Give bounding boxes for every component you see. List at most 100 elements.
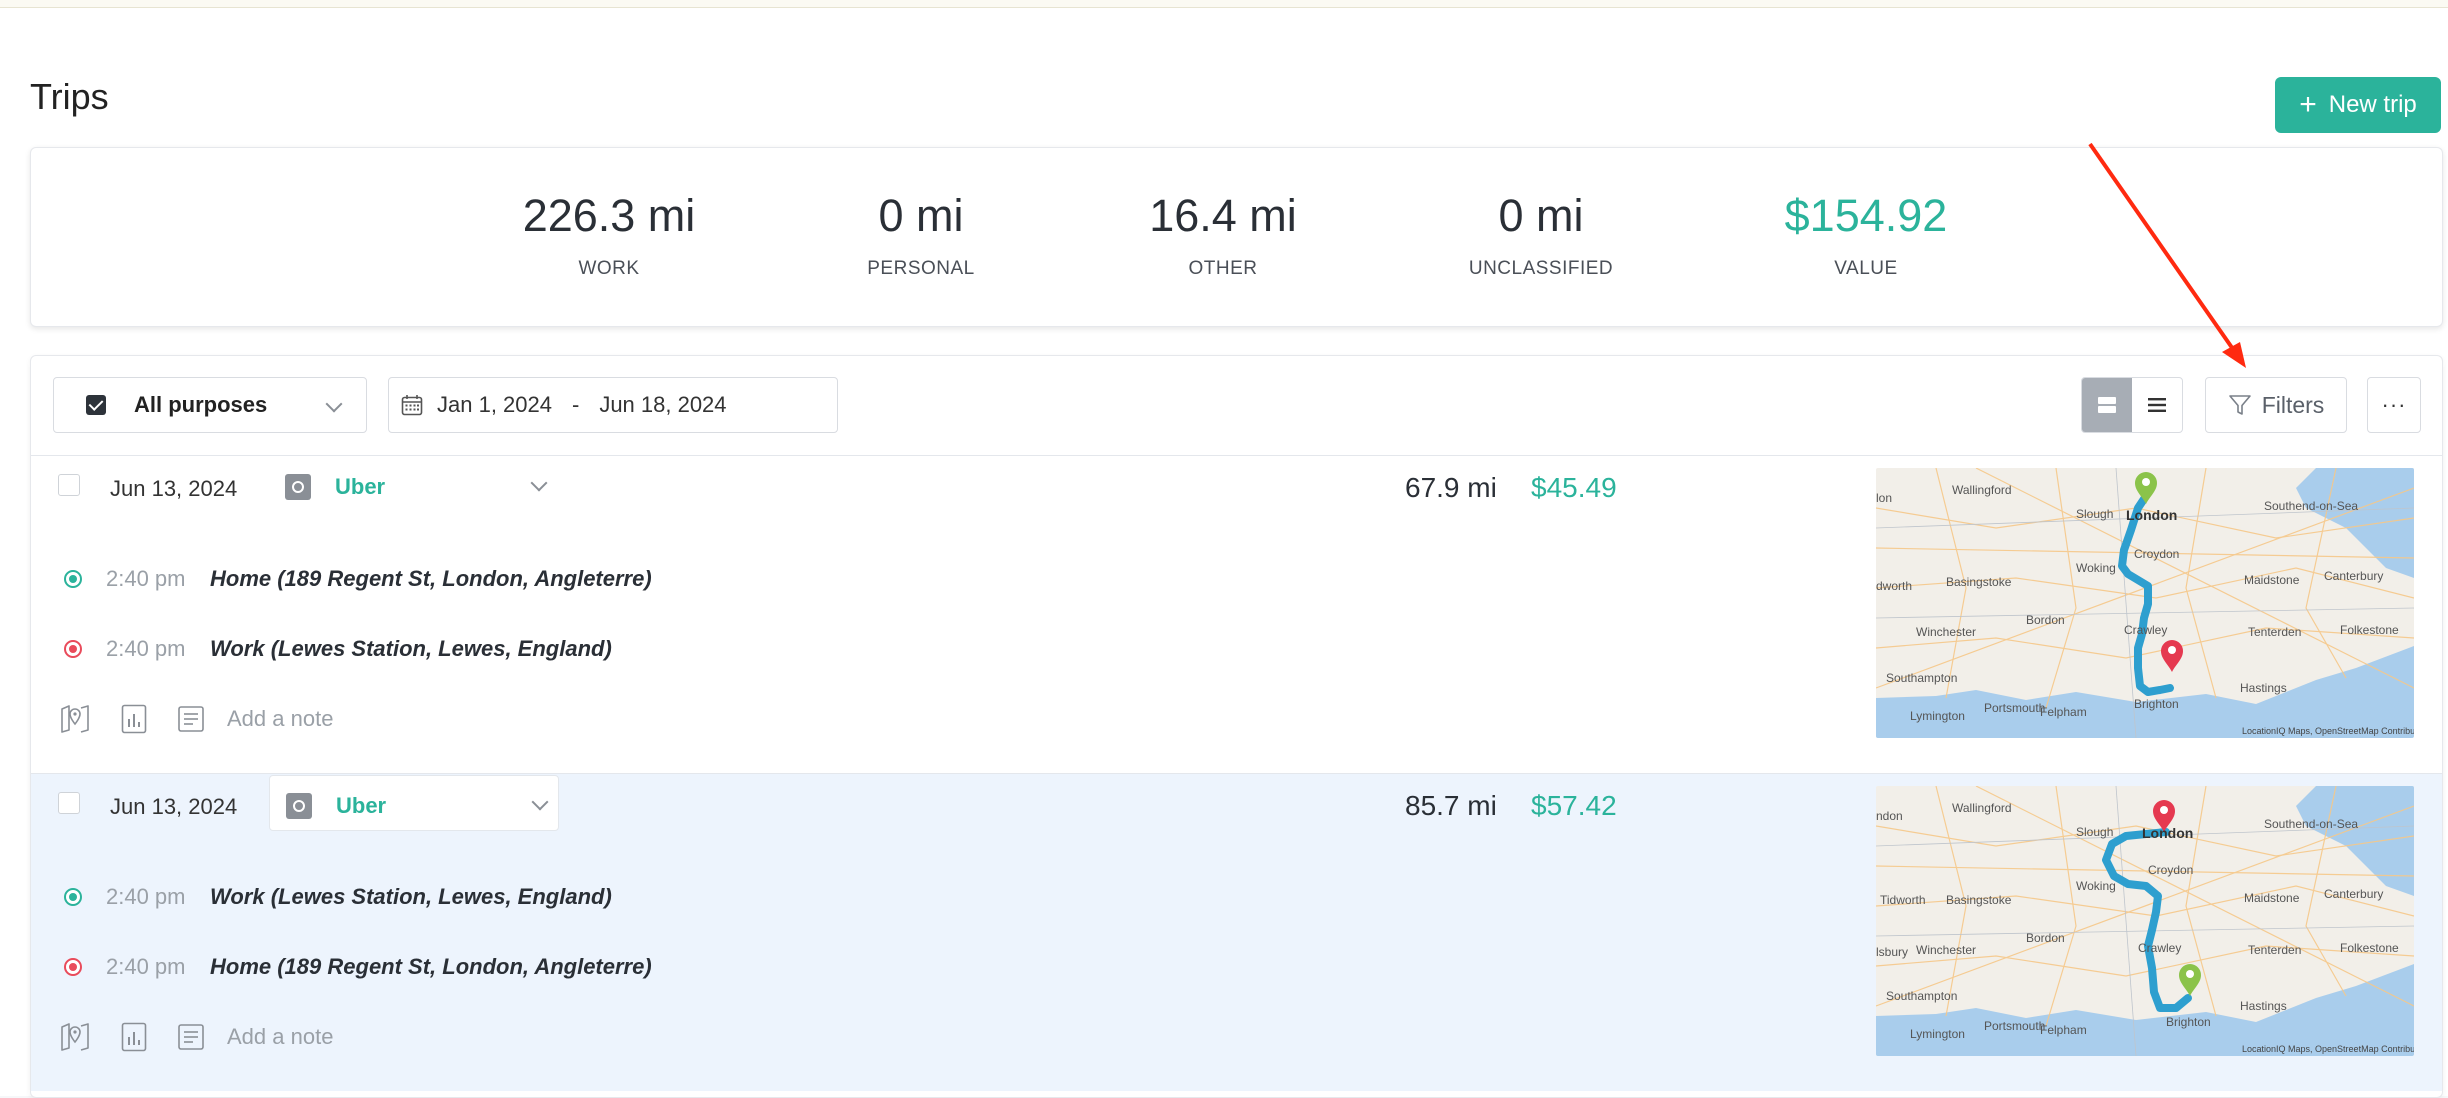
trip-actions: Add a note bbox=[59, 1020, 333, 1054]
page-title: Trips bbox=[30, 76, 109, 117]
end-time: 2:40 pm bbox=[106, 636, 186, 661]
select-all-checkbox[interactable] bbox=[86, 395, 106, 415]
svg-text:Lymington: Lymington bbox=[1910, 1027, 1965, 1041]
svg-text:Brighton: Brighton bbox=[2134, 697, 2179, 711]
svg-text:Crawley: Crawley bbox=[2124, 623, 2167, 637]
summary-value: 226.3 mi bbox=[522, 190, 696, 241]
view-mode-toggle bbox=[2081, 377, 2183, 433]
end-address: Home (189 Regent St, London, Angleterre) bbox=[210, 954, 652, 979]
svg-text:Maidstone: Maidstone bbox=[2244, 573, 2300, 587]
svg-text:Winchester: Winchester bbox=[1916, 943, 1976, 957]
list-view-button[interactable] bbox=[2132, 378, 2182, 432]
trip-start-stop: 2:40 pm Work (Lewes Station, Lewes, Engl… bbox=[64, 882, 612, 912]
svg-text:Basingstoke: Basingstoke bbox=[1946, 893, 2012, 907]
trip-row[interactable]: Jun 13, 2024 Uber 67.9 mi $45.49 2:40 pm… bbox=[31, 455, 2442, 773]
add-note-link[interactable]: Add a note bbox=[227, 1024, 333, 1050]
start-address: Work (Lewes Station, Lewes, England) bbox=[210, 884, 612, 909]
svg-text:Southampton: Southampton bbox=[1886, 989, 1957, 1003]
svg-text:Southend-on-Sea: Southend-on-Sea bbox=[2264, 817, 2358, 831]
svg-text:Bordon: Bordon bbox=[2026, 931, 2065, 945]
trip-start-stop: 2:40 pm Home (189 Regent St, London, Ang… bbox=[64, 564, 652, 594]
trip-row[interactable]: Jun 13, 2024 Uber 85.7 mi $57.42 2:40 pm… bbox=[31, 773, 2442, 1091]
date-from: Jan 1, 2024 bbox=[437, 392, 552, 417]
trip-amount: $45.49 bbox=[1531, 472, 1617, 503]
filters-button[interactable]: Filters bbox=[2205, 377, 2347, 433]
map-pin-icon[interactable] bbox=[59, 1021, 91, 1053]
trip-route-map[interactable]: Wallingford Slough London Southend-on-Se… bbox=[1876, 786, 2414, 1056]
svg-text:London: London bbox=[2126, 507, 2177, 523]
svg-text:LocationIQ Maps, OpenStreetMap: LocationIQ Maps, OpenStreetMap Contribut… bbox=[2242, 726, 2414, 736]
card-view-button[interactable] bbox=[2082, 378, 2132, 432]
report-chart-icon[interactable] bbox=[121, 1022, 147, 1052]
trip-purpose-dropdown[interactable]: Uber bbox=[269, 775, 559, 831]
svg-text:Croydon: Croydon bbox=[2148, 863, 2193, 877]
start-point-icon bbox=[64, 888, 82, 906]
uber-icon bbox=[286, 793, 312, 819]
svg-text:Croydon: Croydon bbox=[2134, 547, 2179, 561]
trip-purpose-dropdown[interactable]: Uber bbox=[269, 457, 559, 513]
trip-end-stop: 2:40 pm Home (189 Regent St, London, Ang… bbox=[64, 952, 652, 982]
svg-text:Southampton: Southampton bbox=[1886, 671, 1957, 685]
end-address: Work (Lewes Station, Lewes, England) bbox=[210, 636, 612, 661]
start-point-icon bbox=[64, 570, 82, 588]
start-address: Home (189 Regent St, London, Angleterre) bbox=[210, 566, 652, 591]
new-trip-label: New trip bbox=[2328, 91, 2417, 118]
new-trip-button[interactable]: + New trip bbox=[2275, 77, 2441, 133]
date-range-picker[interactable]: Jan 1, 2024 - Jun 18, 2024 bbox=[388, 377, 838, 433]
summary-work: 226.3 mi WORK bbox=[479, 190, 739, 280]
svg-text:Tenterden: Tenterden bbox=[2248, 625, 2301, 639]
svg-text:Tenterden: Tenterden bbox=[2248, 943, 2301, 957]
trip-date: Jun 13, 2024 bbox=[110, 794, 238, 819]
summary-value: $154.92 bbox=[1784, 190, 1948, 241]
trip-purpose-label: Uber bbox=[336, 793, 387, 818]
svg-text:London: London bbox=[2142, 825, 2193, 841]
svg-text:Felpham: Felpham bbox=[2040, 705, 2087, 719]
purpose-filter-dropdown[interactable]: All purposes bbox=[53, 377, 367, 433]
trip-amount: $57.42 bbox=[1531, 790, 1617, 821]
chevron-down-icon bbox=[531, 793, 549, 811]
svg-text:Winchester: Winchester bbox=[1916, 625, 1976, 639]
start-time: 2:40 pm bbox=[106, 884, 186, 909]
svg-text:dworth: dworth bbox=[1876, 579, 1912, 593]
svg-text:Brighton: Brighton bbox=[2166, 1015, 2211, 1029]
add-note-link[interactable]: Add a note bbox=[227, 706, 333, 732]
summary-label: VALUE bbox=[1834, 258, 1898, 279]
svg-text:Wallingford: Wallingford bbox=[1952, 801, 2012, 815]
summary-label: PERSONAL bbox=[867, 258, 975, 279]
mileage-summary-card: 226.3 mi WORK 0 mi PERSONAL 16.4 mi OTHE… bbox=[30, 147, 2443, 327]
map-pin-icon[interactable] bbox=[59, 703, 91, 735]
svg-text:Hastings: Hastings bbox=[2240, 999, 2287, 1013]
trip-select-checkbox[interactable] bbox=[58, 474, 80, 496]
svg-text:Hastings: Hastings bbox=[2240, 681, 2287, 695]
summary-personal: 0 mi PERSONAL bbox=[791, 190, 1051, 280]
trip-end-stop: 2:40 pm Work (Lewes Station, Lewes, Engl… bbox=[64, 634, 612, 664]
svg-text:Slough: Slough bbox=[2076, 825, 2113, 839]
svg-text:Basingstoke: Basingstoke bbox=[1946, 575, 2012, 589]
date-separator: - bbox=[571, 392, 580, 417]
trip-route-map[interactable]: Wallingford Slough London Southend-on-Se… bbox=[1876, 468, 2414, 738]
svg-text:Folkestone: Folkestone bbox=[2340, 623, 2399, 637]
trip-distance: 85.7 mi bbox=[1405, 790, 1497, 821]
svg-text:Bordon: Bordon bbox=[2026, 613, 2065, 627]
svg-text:Woking: Woking bbox=[2076, 879, 2116, 893]
svg-text:Felpham: Felpham bbox=[2040, 1023, 2087, 1037]
svg-text:Canterbury: Canterbury bbox=[2324, 569, 2383, 583]
summary-label: WORK bbox=[578, 258, 640, 279]
svg-text:Woking: Woking bbox=[2076, 561, 2116, 575]
plus-icon: + bbox=[2299, 88, 2317, 121]
chevron-down-icon bbox=[325, 395, 343, 413]
svg-text:Lymington: Lymington bbox=[1910, 709, 1965, 723]
svg-text:Tidworth: Tidworth bbox=[1880, 893, 1926, 907]
report-chart-icon[interactable] bbox=[121, 704, 147, 734]
svg-text:Southend-on-Sea: Southend-on-Sea bbox=[2264, 499, 2358, 513]
trip-select-checkbox[interactable] bbox=[58, 792, 80, 814]
svg-text:Portsmouth: Portsmouth bbox=[1984, 1019, 2045, 1033]
list-view-icon bbox=[2148, 398, 2166, 412]
more-options-button[interactable]: ··· bbox=[2367, 377, 2421, 433]
note-icon[interactable] bbox=[177, 704, 207, 734]
date-to: Jun 18, 2024 bbox=[599, 392, 727, 417]
summary-unclassified: 0 mi UNCLASSIFIED bbox=[1411, 190, 1671, 280]
svg-text:lon: lon bbox=[1876, 491, 1892, 505]
note-icon[interactable] bbox=[177, 1022, 207, 1052]
trip-date: Jun 13, 2024 bbox=[110, 476, 238, 501]
